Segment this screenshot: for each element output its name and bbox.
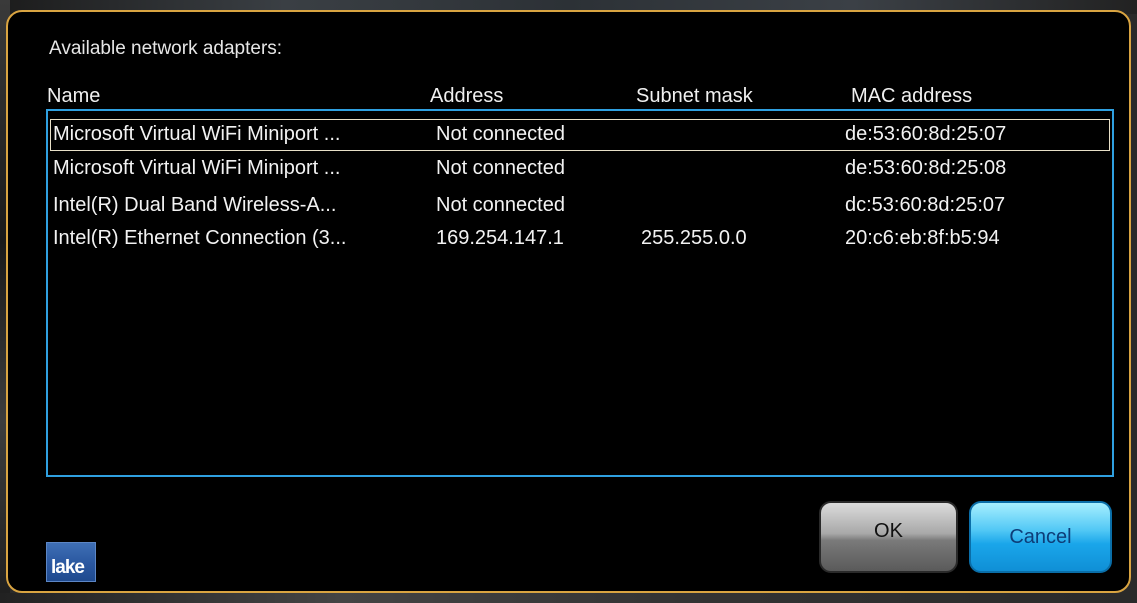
adapter-name: Microsoft Virtual WiFi Miniport ... — [53, 123, 341, 145]
column-header-address[interactable]: Address — [430, 85, 503, 108]
adapter-mac: dc:53:60:8d:25:07 — [845, 194, 1006, 216]
adapter-name: Intel(R) Ethernet Connection (3... — [53, 227, 347, 249]
adapter-address: Not connected — [436, 123, 565, 145]
background-bottom — [0, 593, 1137, 603]
network-adapters-dialog: Available network adapters: Name Address… — [6, 10, 1131, 593]
dialog-title: Available network adapters: — [49, 38, 283, 59]
column-header-mac-address[interactable]: MAC address — [851, 85, 972, 108]
adapter-row[interactable]: Microsoft Virtual WiFi Miniport ... Not … — [50, 154, 1110, 186]
adapter-name: Intel(R) Dual Band Wireless-A... — [53, 194, 337, 216]
column-header-name[interactable]: Name — [47, 85, 100, 108]
cancel-button[interactable]: Cancel — [969, 501, 1112, 573]
lake-logo: lake — [46, 542, 96, 582]
adapter-list[interactable]: Microsoft Virtual WiFi Miniport ... Not … — [46, 109, 1114, 477]
adapter-row[interactable]: Intel(R) Ethernet Connection (3... 169.2… — [50, 224, 1110, 256]
adapter-address: 169.254.147.1 — [436, 227, 564, 249]
column-header-subnet-mask[interactable]: Subnet mask — [636, 85, 753, 108]
adapter-subnet: 255.255.0.0 — [641, 227, 747, 249]
adapter-address: Not connected — [436, 194, 565, 216]
ok-button[interactable]: OK — [819, 501, 958, 573]
adapter-row[interactable]: Intel(R) Dual Band Wireless-A... Not con… — [50, 191, 1110, 223]
adapter-mac: de:53:60:8d:25:08 — [845, 157, 1007, 179]
adapter-name: Microsoft Virtual WiFi Miniport ... — [53, 157, 341, 179]
adapter-row[interactable]: Microsoft Virtual WiFi Miniport ... Not … — [50, 119, 1110, 151]
logo-text: lake — [51, 557, 85, 578]
adapter-mac: de:53:60:8d:25:07 — [845, 123, 1007, 145]
adapter-mac: 20:c6:eb:8f:b5:94 — [845, 227, 1000, 249]
adapter-address: Not connected — [436, 157, 565, 179]
